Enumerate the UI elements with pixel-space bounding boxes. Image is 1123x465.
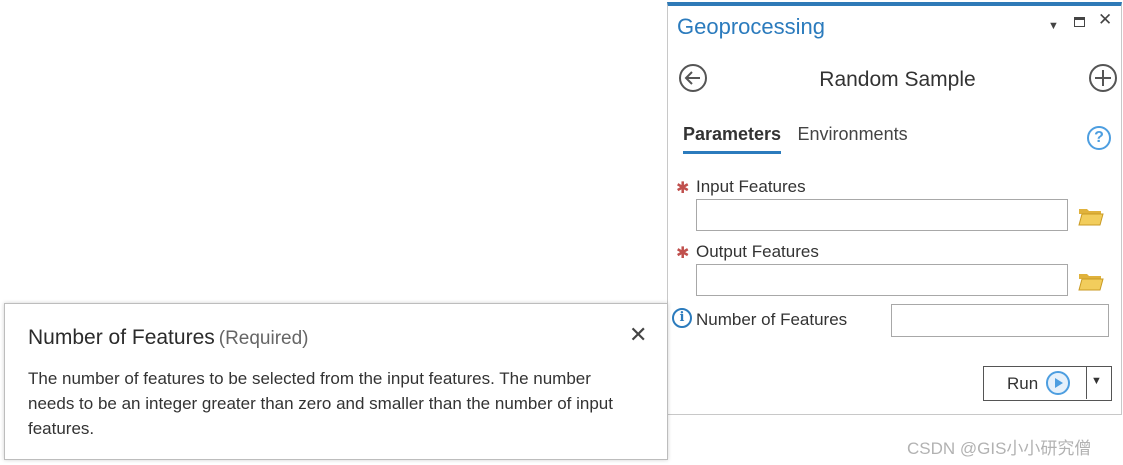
info-icon[interactable]: i	[672, 308, 692, 328]
output-features-label: Output Features	[696, 242, 819, 261]
folder-icon[interactable]	[1078, 270, 1104, 292]
help-icon[interactable]: ?	[1087, 126, 1111, 150]
folder-icon[interactable]	[1078, 205, 1104, 227]
run-label: Run	[1007, 374, 1039, 393]
required-marker-icon: ✱	[676, 180, 690, 197]
run-button-group: Run ▼	[983, 366, 1112, 401]
play-icon	[1046, 371, 1070, 395]
close-pane-icon[interactable]: ✕	[1098, 11, 1112, 28]
tab-parameters[interactable]: Parameters	[683, 124, 782, 154]
number-of-features-field[interactable]	[891, 304, 1109, 337]
input-features-label: Input Features	[696, 177, 806, 196]
parameter-help-popup: Number of Features (Required) ✕ The numbe…	[4, 303, 668, 460]
watermark: CSDN @GIS小小研究僧	[907, 439, 1092, 458]
run-dropdown-icon[interactable]: ▼	[1091, 375, 1102, 387]
stage: Geoprocessing ▼ ✕ Random Sample Paramete…	[0, 0, 1123, 465]
popup-title-text: Number of Features	[28, 326, 215, 349]
add-icon	[1095, 70, 1111, 86]
pane-tabs: Parameters Environments	[683, 124, 920, 154]
popup-title: Number of Features (Required)	[28, 326, 309, 350]
required-marker-icon: ✱	[676, 245, 690, 262]
pane-menu-dropdown-icon[interactable]: ▼	[1048, 18, 1059, 34]
run-button[interactable]: Run	[984, 367, 1087, 399]
add-button[interactable]	[1089, 64, 1117, 92]
output-features-field[interactable]	[696, 264, 1068, 296]
number-of-features-label: Number of Features	[696, 310, 848, 329]
popup-subtitle: (Required)	[218, 328, 309, 349]
maximize-icon[interactable]	[1074, 14, 1085, 30]
geoprocessing-pane: Geoprocessing ▼ ✕ Random Sample Paramete…	[667, 2, 1122, 415]
tab-environments[interactable]: Environments	[798, 124, 908, 151]
tool-title: Random Sample	[819, 68, 976, 91]
pane-title: Geoprocessing	[677, 14, 825, 39]
popup-body: The number of features to be selected fr…	[28, 369, 613, 438]
close-icon[interactable]: ✕	[629, 322, 647, 348]
input-features-field[interactable]	[696, 199, 1068, 231]
